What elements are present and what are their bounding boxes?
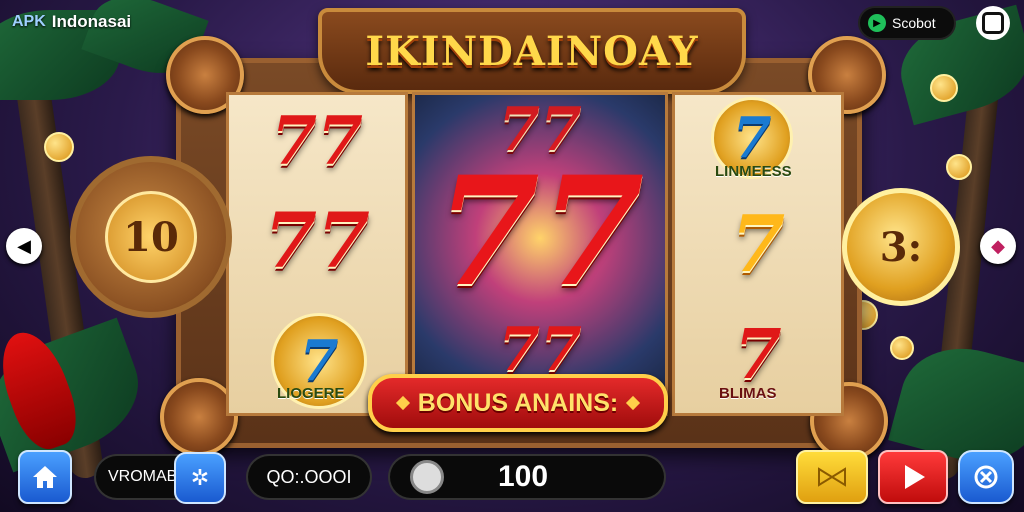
reel-center: 77 77 77 xyxy=(412,92,668,416)
gem-icon xyxy=(395,395,410,411)
balance-field: QO:.OOOI xyxy=(248,456,370,498)
home-button[interactable] xyxy=(18,450,72,504)
badge-caption: BLIMAS xyxy=(719,385,777,402)
back-arrow-button[interactable]: ◀ xyxy=(6,228,42,264)
auto-play-icon xyxy=(818,467,846,487)
balance-value: QO:.OOOI xyxy=(266,466,352,487)
home-icon xyxy=(33,466,57,488)
game-title: IKINDAINOAY xyxy=(365,27,699,75)
right-coin-value: 3: xyxy=(879,223,923,271)
spin-icon xyxy=(974,465,998,489)
site-brand[interactable]: APK Indonasai xyxy=(12,8,131,36)
account-field[interactable]: VROMABF ✲ xyxy=(96,452,226,504)
bet-knob-icon[interactable] xyxy=(410,460,444,494)
menu-button[interactable] xyxy=(976,6,1010,40)
flying-coin xyxy=(946,154,972,180)
symbol-seven: 77 xyxy=(271,102,363,180)
forward-arrow-icon: ◆ xyxy=(991,235,1005,257)
social-pill[interactable]: ▶ Scobot xyxy=(860,8,954,38)
symbol-seven-flower: 7 xyxy=(734,315,782,395)
social-label: Scobot xyxy=(892,15,936,31)
title-plate: IKINDAINOAY xyxy=(318,8,746,94)
auto-play-button[interactable] xyxy=(796,450,868,504)
forward-arrow-button[interactable]: ◆ xyxy=(980,228,1016,264)
menu-icon xyxy=(982,12,1004,34)
spin-button[interactable] xyxy=(958,450,1014,504)
back-arrow-icon: ◀ xyxy=(17,235,31,257)
play-button[interactable] xyxy=(878,450,948,504)
flying-coin xyxy=(44,132,74,162)
gem-icon xyxy=(626,395,641,411)
left-coin-face: 10 xyxy=(105,191,197,283)
flying-coin xyxy=(890,336,914,360)
symbol-seven: 77 xyxy=(264,195,370,285)
reel-left: 77 77 7 LIOGERE xyxy=(226,92,408,416)
bonus-button[interactable]: BONUS ANAINS: xyxy=(368,374,668,432)
symbol-seven-gold: 7 xyxy=(730,198,786,290)
flying-coin xyxy=(930,74,958,102)
right-coin-medallion: 3: xyxy=(842,188,960,306)
badge-seven: 7 xyxy=(732,105,772,171)
apk-badge: APK xyxy=(12,13,46,30)
badge-caption: LIOGERE xyxy=(277,385,345,402)
social-icon: ▶ xyxy=(868,14,886,32)
symbol-jackpot-seven: 77 xyxy=(435,144,645,320)
settings-icon: ✲ xyxy=(190,465,210,490)
badge-caption: LINMEESS xyxy=(715,163,792,180)
left-coin-medallion: 10 xyxy=(70,156,232,318)
bet-field[interactable]: 100 xyxy=(390,456,664,498)
left-coin-value: 10 xyxy=(123,213,179,261)
site-name: Indonasai xyxy=(51,12,132,31)
reel-right: 7 LINMEESS 7 7 BLIMAS xyxy=(672,92,844,416)
bet-value: 100 xyxy=(498,460,549,493)
settings-button[interactable]: ✲ xyxy=(174,452,226,504)
play-icon xyxy=(905,465,925,489)
bonus-label: BONUS ANAINS: xyxy=(417,388,619,417)
